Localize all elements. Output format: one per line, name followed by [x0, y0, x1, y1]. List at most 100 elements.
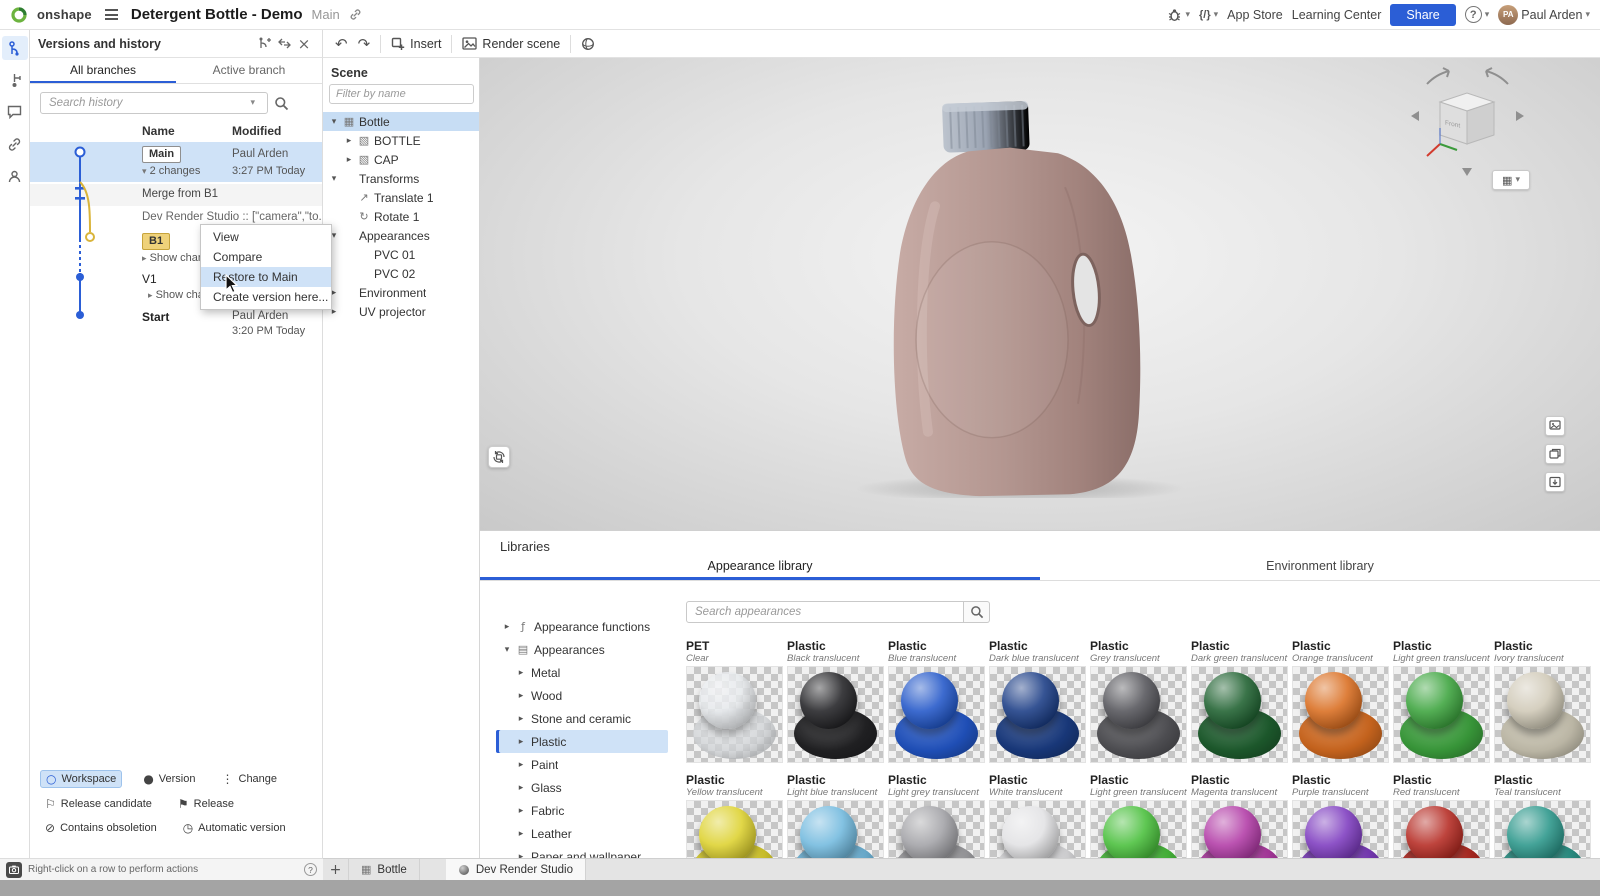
caret-icon[interactable]: ▸: [344, 155, 354, 165]
scene-node-rotate-1[interactable]: ↻Rotate 1: [323, 207, 479, 226]
caret-icon[interactable]: ▾: [329, 174, 339, 184]
appearance-swatch-plastic-black-translucent[interactable]: PlasticBlack translucent: [787, 639, 884, 763]
category-plastic[interactable]: ▸Plastic: [496, 730, 668, 753]
app-store-link[interactable]: App Store: [1227, 8, 1283, 22]
caret-icon[interactable]: ▸: [516, 829, 526, 839]
rotate-down-arrow[interactable]: [1462, 168, 1472, 176]
appearance-swatch-plastic-light-green-translucent[interactable]: PlasticLight green translucent: [1393, 639, 1490, 763]
hamburger-menu-icon[interactable]: [105, 9, 118, 20]
history-row-b1[interactable]: B1: [142, 233, 170, 250]
appearance-swatch-plastic-dark-blue-translucent[interactable]: PlasticDark blue translucent: [989, 639, 1086, 763]
appearance-swatch-plastic-yellow-translucent[interactable]: PlasticYellow translucent: [686, 773, 783, 858]
legend-version[interactable]: ●Version: [138, 770, 200, 788]
close-panel-icon[interactable]: ×: [294, 34, 314, 54]
collaborators-button[interactable]: [2, 164, 28, 188]
search-appearances-button[interactable]: [964, 601, 990, 623]
search-history-input[interactable]: [40, 92, 268, 114]
category-paint[interactable]: ▸Paint: [496, 753, 668, 776]
caret-icon[interactable]: ▸: [516, 714, 526, 724]
category-wood[interactable]: ▸Wood: [496, 684, 668, 707]
scene-node-transforms[interactable]: ▾Transforms: [323, 169, 479, 188]
create-branch-icon[interactable]: [254, 34, 274, 54]
export-image-button[interactable]: [1545, 472, 1565, 492]
tab-dev-render-studio[interactable]: Dev Render Studio: [446, 859, 586, 880]
appearance-swatch-plastic-red-translucent[interactable]: PlasticRed translucent: [1393, 773, 1490, 858]
search-filter-caret-icon[interactable]: ▾: [250, 98, 255, 108]
caret-icon[interactable]: ▸: [502, 622, 512, 632]
tab-all-branches[interactable]: All branches: [30, 58, 176, 83]
update-scene-button[interactable]: [488, 446, 510, 468]
search-icon[interactable]: [274, 96, 289, 111]
version-node-v1[interactable]: [76, 273, 84, 281]
appearance-swatch-plastic-teal-translucent[interactable]: PlasticTeal translucent: [1494, 773, 1591, 858]
change-row[interactable]: Merge from B1: [142, 188, 218, 200]
tab-appearance-library[interactable]: Appearance library: [480, 555, 1040, 580]
undo-button[interactable]: ↶: [335, 35, 348, 53]
scene-node-appearances[interactable]: ▾Appearances: [323, 226, 479, 245]
legend-release[interactable]: ⚑Release: [173, 796, 239, 812]
search-appearances-input[interactable]: [686, 601, 964, 623]
appearance-swatch-plastic-orange-translucent[interactable]: PlasticOrange translucent: [1292, 639, 1389, 763]
scene-node-pvc-01[interactable]: PVC 01: [323, 245, 479, 264]
legend-workspace[interactable]: ○Workspace: [40, 770, 122, 788]
appearance-swatch-pet-clear[interactable]: PETClear: [686, 639, 783, 763]
status-help-icon[interactable]: ?: [304, 863, 317, 876]
help-menu[interactable]: ? ▾: [1465, 6, 1490, 23]
tab-environment-library[interactable]: Environment library: [1040, 555, 1600, 580]
scene-node-bottle[interactable]: ▸▧BOTTLE: [323, 131, 479, 150]
caret-icon[interactable]: ▾: [502, 645, 512, 655]
view-cube[interactable]: Front: [1405, 64, 1530, 179]
category-paper-and-wallpaper[interactable]: ▸Paper and wallpaper: [496, 845, 668, 858]
appearance-swatch-plastic-light-blue-translucent[interactable]: PlasticLight blue translucent: [787, 773, 884, 858]
share-button[interactable]: Share: [1390, 4, 1455, 26]
context-menu-item-restore-to-main[interactable]: Restore to Main: [201, 267, 331, 287]
category-fabric[interactable]: ▸Fabric: [496, 799, 668, 822]
caret-icon[interactable]: ▸: [516, 737, 526, 747]
view-options-button[interactable]: ▦ ▾: [1492, 170, 1530, 190]
version-node-start[interactable]: [76, 311, 84, 319]
appearance-swatch-plastic-blue-translucent[interactable]: PlasticBlue translucent: [888, 639, 985, 763]
legend-change[interactable]: ⋮Change: [217, 770, 283, 788]
caret-icon[interactable]: ▸: [516, 760, 526, 770]
create-version-button[interactable]: [2, 68, 28, 92]
main-row-changes-toggle[interactable]: ▾ 2 changes: [142, 165, 200, 177]
category-metal[interactable]: ▸Metal: [496, 661, 668, 684]
add-tab-button[interactable]: +: [323, 859, 349, 880]
context-menu-item-compare[interactable]: Compare: [201, 247, 331, 267]
render-options-button[interactable]: [581, 37, 595, 51]
scene-filter-input[interactable]: [329, 84, 474, 104]
appearance-swatch-plastic-ivory-translucent[interactable]: PlasticIvory translucent: [1494, 639, 1591, 763]
history-row-v1[interactable]: V1: [142, 272, 157, 286]
category-leather[interactable]: ▸Leather: [496, 822, 668, 845]
rotate-left-arrow[interactable]: [1411, 111, 1419, 121]
appearance-swatch-plastic-light-grey-translucent[interactable]: PlasticLight grey translucent: [888, 773, 985, 858]
appearance-swatch-plastic-grey-translucent[interactable]: PlasticGrey translucent: [1090, 639, 1187, 763]
workspace-node-b1[interactable]: [86, 233, 94, 241]
category-glass[interactable]: ▸Glass: [496, 776, 668, 799]
share-link-button[interactable]: [2, 132, 28, 156]
diagnostics-menu[interactable]: ▾: [1167, 8, 1190, 22]
viewport-3d[interactable]: Front ▦ ▾: [480, 58, 1600, 530]
compare-icon[interactable]: [274, 34, 294, 54]
appearance-swatch-plastic-purple-translucent[interactable]: PlasticPurple translucent: [1292, 773, 1389, 858]
appearance-swatch-plastic-white-translucent[interactable]: PlasticWhite translucent: [989, 773, 1086, 858]
scene-node-pvc-02[interactable]: PVC 02: [323, 264, 479, 283]
tab-bottle[interactable]: ▦ Bottle: [349, 859, 420, 880]
scene-node-environment[interactable]: ▸Environment: [323, 283, 479, 302]
comments-panel-button[interactable]: [2, 100, 28, 124]
category-appearances[interactable]: ▾▤Appearances: [496, 638, 668, 661]
user-menu[interactable]: PA Paul Arden ▾: [1498, 5, 1590, 25]
redo-button[interactable]: ↷: [358, 35, 371, 53]
scene-node-translate-1[interactable]: ↗Translate 1: [323, 188, 479, 207]
context-menu-item-view[interactable]: View: [201, 227, 331, 247]
history-row-start[interactable]: Start: [142, 310, 169, 324]
workspace-node-main[interactable]: [76, 148, 85, 157]
appearance-swatch-plastic-magenta-translucent[interactable]: PlasticMagenta translucent: [1191, 773, 1288, 858]
tab-active-branch[interactable]: Active branch: [176, 58, 322, 83]
category-appearance-functions[interactable]: ▸ƒAppearance functions: [496, 615, 668, 638]
appearance-swatch-plastic-light-green-translucent[interactable]: PlasticLight green translucent: [1090, 773, 1187, 858]
compare-images-button[interactable]: [1545, 444, 1565, 464]
scene-node-uv-projector[interactable]: ▸UV projector: [323, 302, 479, 321]
legend-contains-obsoletion[interactable]: ⊘Contains obsoletion: [40, 820, 162, 836]
caret-icon[interactable]: ▸: [516, 691, 526, 701]
